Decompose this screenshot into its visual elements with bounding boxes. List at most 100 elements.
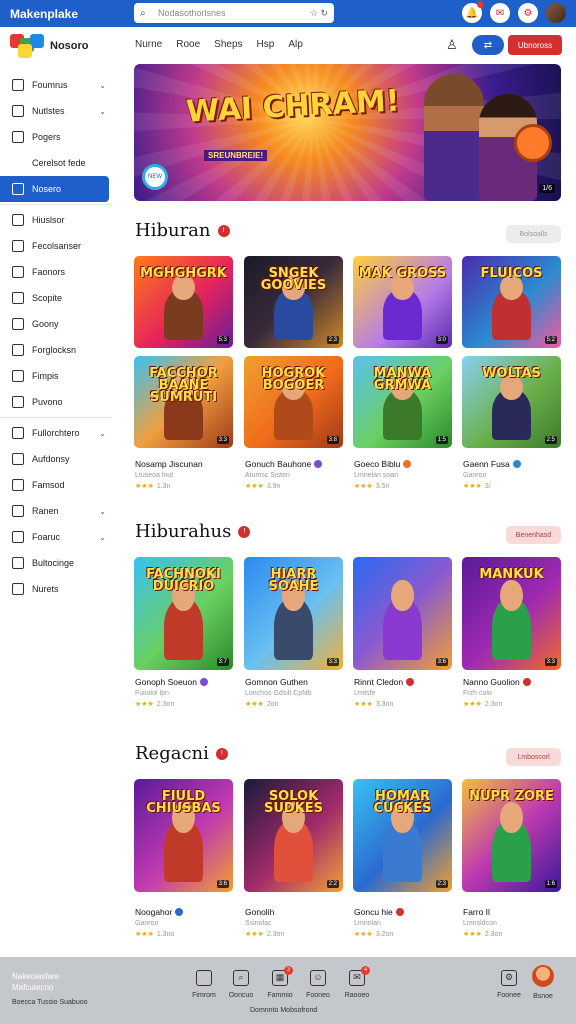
game-tile-title: SOLOK SUDKES [263,789,324,816]
search-box[interactable]: ⌕ Nodasothorlsnes ☆ ↻ [134,3,334,23]
game-name-row: Gonuch Bauhone [245,459,345,469]
sidebar-item-2[interactable]: Nutlstes ⌄ [0,98,118,124]
star-icon: ★★★ [354,483,373,490]
game-tile[interactable]: NUPR ZORE 1:6 [462,779,561,892]
game-card-info[interactable]: Farro Il Lmnsldcon ★★★ 2.3on [463,907,563,938]
user-icon[interactable]: ♙ [446,37,458,53]
nav-item-2[interactable]: Rooe [176,39,200,50]
game-card-info[interactable]: Gonoph Soeuon Fuiutiol lpn ★★★ 2.3on [135,677,235,708]
header-action-button[interactable]: Ubnoross [508,35,562,55]
sidebar-item-11[interactable]: Forglocksn [0,337,118,363]
sidebar-item-4[interactable]: Cerelsot fede [0,150,118,176]
sidebar-item-1[interactable]: Foumrus ⌄ [0,72,118,98]
notification-icon[interactable]: 🔔 [462,1,484,23]
nav-item-1[interactable]: Nurne [135,39,162,50]
game-card-info[interactable]: Goeco Biblu Lmnelan soan ★★★ 3.5n [354,459,454,490]
game-tile[interactable]: HIARR SOAHE 3:3 [244,557,343,670]
chat-icon[interactable]: ✉ [490,3,510,23]
game-tile[interactable]: MAK GROSS 3:0 [353,256,452,348]
bottom-nav-item-5[interactable]: ✉ 4 Raooeo [337,966,377,999]
app-logo[interactable] [10,34,44,58]
sidebar-item-15[interactable]: Aufdonsy [0,446,118,472]
sidebar-item-18[interactable]: Foaruc ⌄ [0,524,118,550]
chevron-down-icon[interactable]: ⌄ [99,81,106,90]
doc-icon [12,240,24,252]
sidebar-item-7[interactable]: Fecolsanser [0,233,118,259]
nav-item-3[interactable]: Sheps [214,39,242,50]
rating-value: 3.3on [375,701,394,708]
game-tile[interactable]: FACCHOR BAANE SUMRUTI 3:3 [134,356,233,448]
search-input[interactable]: Nodasothorlsnes [152,8,306,18]
game-tile[interactable]: WOLTAS 2:5 [462,356,561,448]
sidebar-item-9[interactable]: Scopite [0,285,118,311]
game-card-info[interactable]: Nanno Guolion Frzh colo ★★★ 2.3on [463,677,563,708]
chevron-down-icon[interactable]: ⌄ [99,533,106,542]
hot-badge-icon: ! [238,525,251,538]
bottom-nav-item-3[interactable]: ▦ 3 Fammio [260,966,300,999]
sidebar-item-6[interactable]: Hiuslsor [0,207,118,233]
game-tile[interactable]: MANWA GRMWA 1:5 [353,356,452,448]
sidebar-item-label: Ranen [32,506,59,516]
game-card-info[interactable]: Gonuch Bauhone Atumsc Sisten ★★★ 3.9n [245,459,345,490]
game-tile-duration: 3:8 [326,436,339,444]
sidebar-item-label: Aufdonsy [32,454,70,464]
game-tile[interactable]: MGHGHGRK 5:3 [134,256,233,348]
nav-item-4[interactable]: Hsp [257,39,275,50]
game-card-info[interactable]: Gonolih Ssinolac ★★★ 2.3on [245,907,345,938]
game-tile[interactable]: FACHNOKI DUICRIO 3:7 [134,557,233,670]
sidebar-item-17[interactable]: Ranen ⌄ [0,498,118,524]
sidebar-item-5[interactable]: Nosero [0,176,109,202]
sidebar-item-label: Bultocinge [32,558,75,568]
game-name: Gonolih [245,907,275,917]
game-tile[interactable]: SOLOK SUDKES 2:2 [244,779,343,892]
bottom-avatar[interactable] [532,965,554,987]
swap-button[interactable]: ⇄ [472,35,504,55]
game-tile[interactable]: MANKUK 3:3 [462,557,561,670]
guitar-icon [514,124,552,162]
sidebar-item-14[interactable]: Fullorchtero ⌄ [0,420,118,446]
game-card-info[interactable]: Gaenn Fusa Ganroo ★★★ 3/ [463,459,563,490]
game-character-art [491,580,532,660]
sidebar-item-10[interactable]: Goony [0,311,118,337]
game-card-info[interactable]: Gomnon Guthen Lonchos Gdsilt CpNb ★★★ 2on [245,677,345,708]
game-tile-title: MANWA GRMWA [373,366,432,393]
chevron-down-icon[interactable]: ⌄ [99,507,106,516]
sidebar-item-3[interactable]: Pogers [0,124,118,150]
game-tile[interactable]: FLUICOS 5:2 [462,256,561,348]
game-tile-title: FLUICOS [480,266,543,281]
game-rating: ★★★ 3.9n [245,482,345,490]
game-tile[interactable]: FIULD CHIUSBAS 3:6 [134,779,233,892]
bottom-nav-item-1[interactable]: Fimrom [184,970,224,999]
game-tile[interactable]: 3:6 [353,557,452,670]
game-card-info[interactable]: Goncu hie Lmnolan ★★★ 3.2on [354,907,454,938]
section-see-all-button[interactable]: Benenhasd [506,526,561,544]
bottom-nav-item-2[interactable]: ⌕ Ooncuo [221,970,261,999]
sidebar-item-20[interactable]: Nurets [0,576,118,602]
chevron-down-icon[interactable]: ⌄ [99,429,106,438]
gamepad-icon[interactable]: ⚙ [518,3,538,23]
game-tile[interactable]: SNGEK GOOVIES 2:3 [244,256,343,348]
game-card-info[interactable]: Noogahor Ganroo ★★★ 1.3no [135,907,235,938]
app-brand[interactable]: Makenplake [0,7,130,21]
bottom-nav-item-4[interactable]: ☺ Fooneo [298,970,338,999]
bottom-nav-item-7[interactable]: Bsnoe [523,993,563,1000]
sidebar-item-8[interactable]: Faonors [0,259,118,285]
game-card-info[interactable]: Nosamp Jiscunan Ltuseoa lnut ★★★ 1.3n [135,459,235,490]
tool-icon [12,531,24,543]
sidebar-item-13[interactable]: Puvono [0,389,118,415]
game-tile[interactable]: HOGROK BOGOER 3:8 [244,356,343,448]
game-card-info[interactable]: Rinnt Cledon Lrntsfe ★★★ 3.3on [354,677,454,708]
hero-banner[interactable]: WAI CHRAM! SREUNBREIE! NEW 1/6 [134,64,561,201]
section-see-all-button[interactable]: Lmboscorl [506,748,561,766]
sidebar-item-16[interactable]: Famsod [0,472,118,498]
section-see-all-button[interactable]: Bolsoalls [506,225,561,243]
nav-item-5[interactable]: Alp [288,39,302,50]
logo-text[interactable]: Nosoro [50,40,89,52]
section-title: Hiburahus! [135,521,251,542]
chevron-down-icon[interactable]: ⌄ [99,107,106,116]
game-tile[interactable]: HOMAR CUCKES 2:3 [353,779,452,892]
user-avatar[interactable] [546,3,566,23]
search-actions[interactable]: ☆ ↻ [310,8,328,19]
sidebar-item-19[interactable]: Bultocinge [0,550,118,576]
sidebar-item-12[interactable]: Fimpis [0,363,118,389]
